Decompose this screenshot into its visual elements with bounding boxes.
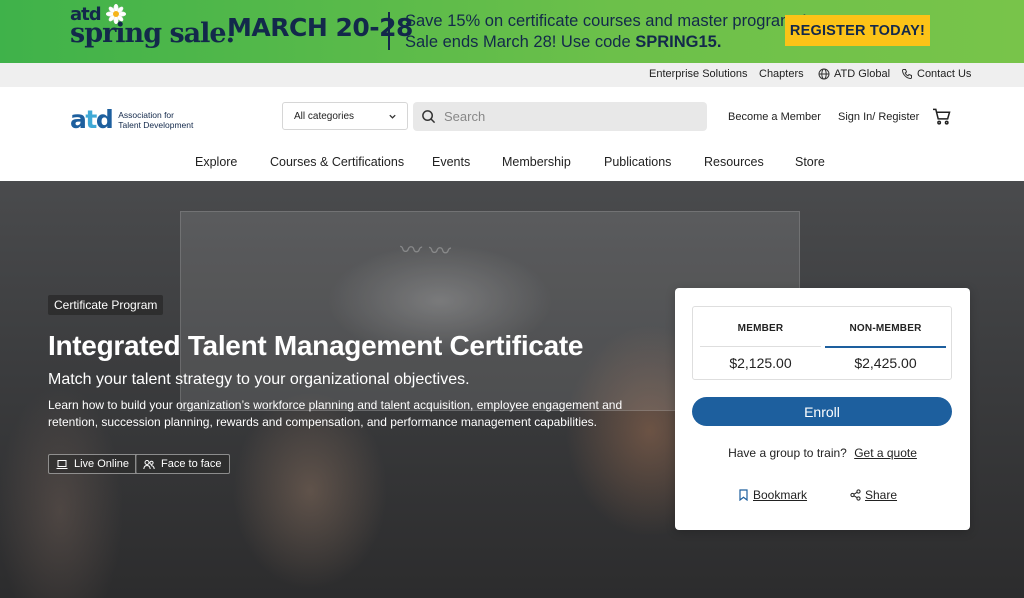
- group-training-prompt: Have a group to train? Get a quote: [675, 446, 970, 460]
- category-select[interactable]: All categories: [282, 102, 408, 130]
- nav-resources[interactable]: Resources: [704, 155, 764, 169]
- contact-us-link[interactable]: Contact Us: [901, 68, 971, 80]
- nav-explore[interactable]: Explore: [195, 155, 237, 169]
- nonmember-active-indicator: [825, 346, 946, 348]
- share-icon: [850, 489, 861, 501]
- category-select-value: All categories: [294, 110, 355, 122]
- chapters-label: Chapters: [759, 68, 804, 80]
- register-today-button[interactable]: REGISTER TODAY!: [785, 15, 930, 46]
- people-icon: [143, 459, 155, 469]
- nav-courses-certifications[interactable]: Courses & Certifications: [270, 155, 404, 169]
- atd-global-label: ATD Global: [834, 68, 891, 80]
- search-bar[interactable]: [413, 102, 707, 131]
- get-quote-link[interactable]: Get a quote: [854, 446, 917, 460]
- promo-headline: spring sale.: [70, 18, 235, 49]
- member-price-tab[interactable]: MEMBER $2,125.00: [700, 307, 821, 381]
- share-button[interactable]: Share: [850, 488, 897, 502]
- bookmark-icon: [739, 489, 748, 501]
- main-nav: Explore Courses & Certifications Events …: [0, 155, 1024, 173]
- logo-line1: Association for: [118, 109, 174, 120]
- utility-bar: Enterprise Solutions Chapters ATD Global…: [0, 63, 1024, 87]
- promo-code: SPRING15.: [635, 33, 722, 51]
- chevron-down-icon: [389, 114, 396, 119]
- site-header: atd Association for Talent Development A…: [0, 87, 1024, 181]
- enroll-button[interactable]: Enroll: [692, 397, 952, 426]
- atd-logo-mark: atd: [70, 105, 114, 134]
- promo-message: Save 15% on certificate courses and mast…: [405, 11, 807, 53]
- atd-logo-text: Association for Talent Development: [118, 110, 193, 130]
- group-training-text: Have a group to train?: [728, 446, 847, 460]
- atd-global-link[interactable]: ATD Global: [818, 68, 890, 80]
- hero-subtitle: Match your talent strategy to your organ…: [48, 371, 470, 388]
- member-price: $2,125.00: [729, 355, 792, 371]
- page-title: Integrated Talent Management Certificate: [48, 330, 584, 361]
- face-to-face-chip: Face to face: [135, 454, 230, 474]
- nonmember-price-tab[interactable]: NON-MEMBER $2,425.00: [825, 307, 946, 381]
- pricing-box: MEMBER $2,125.00 NON-MEMBER $2,425.00: [692, 306, 952, 380]
- bookmark-button[interactable]: Bookmark: [738, 488, 807, 502]
- promo-line2-text: Sale ends March 28! Use code: [405, 33, 636, 51]
- contact-us-label: Contact Us: [917, 68, 972, 80]
- promo-dates: MARCH 20-28: [227, 13, 413, 42]
- promo-logo: atd spring sale.: [70, 4, 235, 60]
- promo-line1: Save 15% on certificate courses and mast…: [405, 12, 807, 30]
- nav-store[interactable]: Store: [795, 155, 825, 169]
- member-divider: [700, 346, 821, 347]
- hero-background-scribble: 〰 〰: [399, 238, 452, 265]
- atd-logo[interactable]: atd Association for Talent Development: [70, 105, 193, 134]
- nav-publications[interactable]: Publications: [604, 155, 671, 169]
- nonmember-label: NON-MEMBER: [849, 323, 922, 334]
- member-label: MEMBER: [737, 323, 784, 334]
- live-online-label: Live Online: [74, 458, 130, 470]
- logo-line2: Talent Development: [118, 119, 194, 130]
- enroll-card: MEMBER $2,125.00 NON-MEMBER $2,425.00 En…: [675, 288, 970, 530]
- search-input[interactable]: [444, 109, 694, 124]
- promo-divider: [388, 12, 390, 50]
- nav-membership[interactable]: Membership: [502, 155, 571, 169]
- promo-line2: Sale ends March 28! Use code SPRING15.: [405, 32, 807, 53]
- enterprise-solutions-label: Enterprise Solutions: [649, 68, 748, 80]
- face-to-face-label: Face to face: [161, 458, 222, 470]
- program-type-tag: Certificate Program: [48, 295, 164, 315]
- globe-icon: [818, 68, 830, 80]
- share-label: Share: [865, 488, 898, 502]
- nonmember-price: $2,425.00: [854, 355, 917, 371]
- become-member-link[interactable]: Become a Member: [728, 111, 821, 123]
- chapters-link[interactable]: Chapters: [759, 68, 804, 80]
- cart-icon[interactable]: [932, 108, 951, 125]
- live-online-chip: Live Online: [48, 454, 138, 474]
- sign-in-link[interactable]: Sign In/ Register: [838, 111, 919, 123]
- promo-banner[interactable]: atd spring sale. MARCH 20-28 Save 15% on…: [0, 0, 1024, 63]
- nav-events[interactable]: Events: [432, 155, 470, 169]
- bookmark-label: Bookmark: [753, 488, 808, 502]
- phone-icon: [901, 69, 912, 80]
- enterprise-solutions-link[interactable]: Enterprise Solutions: [649, 68, 747, 80]
- hero-description: Learn how to build your organization’s w…: [48, 398, 623, 429]
- laptop-icon: [56, 459, 68, 469]
- search-icon: [422, 110, 436, 124]
